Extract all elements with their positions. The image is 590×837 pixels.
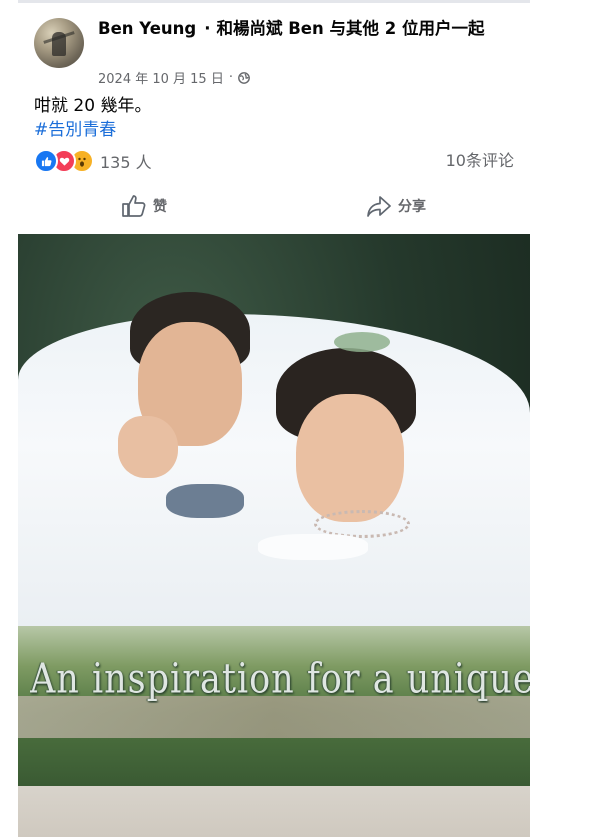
thumbs-up-icon bbox=[122, 195, 146, 217]
post-header: Ben Yeung · 和楊尚斌 Ben 与其他 2 位用户一起 2024 年 10… bbox=[18, 10, 530, 90]
reactions-summary[interactable]: 135 人 bbox=[34, 149, 152, 173]
separator: · bbox=[204, 19, 211, 38]
share-button[interactable]: 分享 bbox=[366, 194, 426, 218]
photo-bride bbox=[296, 394, 404, 522]
globe-icon bbox=[238, 71, 250, 84]
hashtag-link[interactable]: #告別青春 bbox=[34, 118, 116, 142]
tagged-with-text[interactable]: 和楊尚斌 Ben 与其他 2 位用户一起 bbox=[216, 19, 484, 38]
comments-count-link[interactable]: 10条评论 bbox=[446, 150, 514, 172]
share-label: 分享 bbox=[398, 199, 426, 215]
meta-separator: · bbox=[228, 70, 233, 85]
divider bbox=[18, 0, 530, 3]
post-date[interactable]: 2024 年 10 月 15 日 bbox=[98, 68, 224, 87]
post-actions: 赞 分享 bbox=[18, 188, 530, 228]
like-reaction-icon bbox=[34, 149, 58, 173]
author-name[interactable]: Ben Yeung bbox=[98, 19, 196, 38]
post-meta: 2024 年 10 月 15 日 · bbox=[98, 68, 250, 87]
avatar[interactable] bbox=[34, 18, 84, 68]
photo-veil bbox=[18, 314, 530, 644]
reaction-count: 135 人 bbox=[100, 153, 152, 172]
share-arrow-icon bbox=[367, 196, 391, 217]
photo-caption: An inspiration for a unique mo bbox=[30, 656, 530, 704]
post-text: 咁就 20 幾年。 bbox=[34, 96, 152, 116]
like-label: 赞 bbox=[153, 199, 167, 215]
facebook-post: Ben Yeung · 和楊尚斌 Ben 与其他 2 位用户一起 2024 年 10… bbox=[18, 0, 530, 837]
author-line: Ben Yeung · 和楊尚斌 Ben 与其他 2 位用户一起 bbox=[98, 16, 518, 42]
like-button[interactable]: 赞 bbox=[121, 194, 167, 218]
post-photo[interactable]: An inspiration for a unique mo bbox=[18, 234, 530, 837]
